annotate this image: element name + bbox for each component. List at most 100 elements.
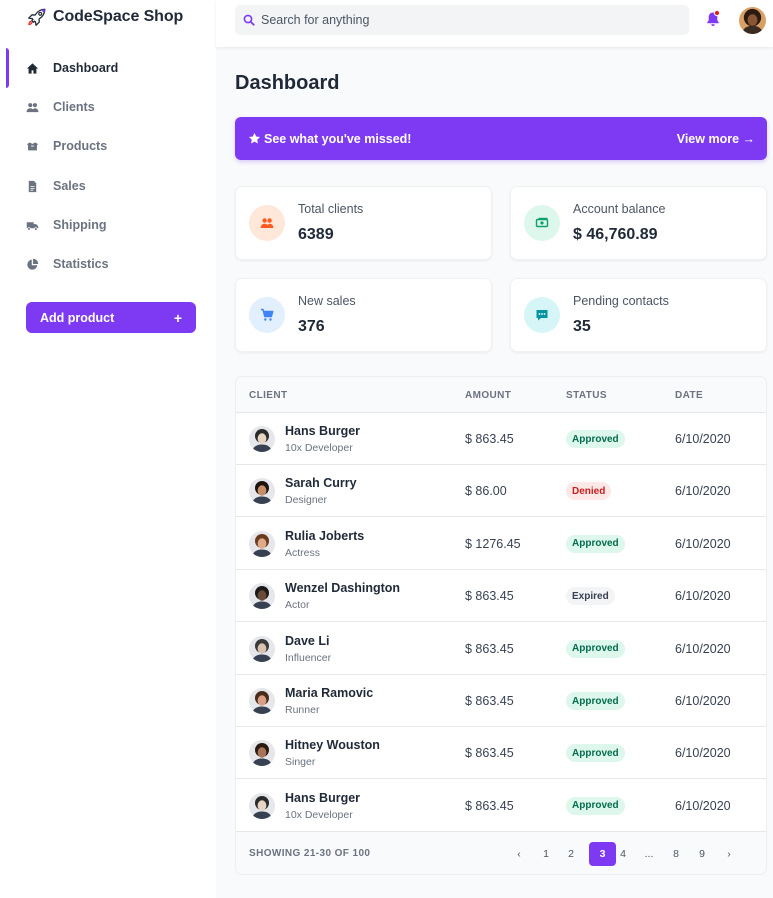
- avatar: [249, 635, 275, 662]
- chat-icon: [536, 310, 548, 321]
- users-icon: [260, 218, 274, 228]
- table-row[interactable]: Hitney Wouston Singer $ 863.45 Approved 6/10…: [236, 727, 766, 780]
- status-badge: Approved: [566, 430, 625, 448]
- amount-cell: $ 86.00: [465, 484, 507, 499]
- stat-value: 6389: [298, 226, 334, 243]
- sidebar-item-sales[interactable]: Sales: [0, 169, 216, 203]
- amount-cell: $ 863.45: [465, 746, 514, 761]
- table-row[interactable]: Hans Burger 10x Developer $ 863.45 Approved…: [236, 779, 766, 832]
- stat-label: Total clients: [298, 202, 364, 216]
- table-header: CLIENT AMOUNT STATUS DATE: [236, 377, 766, 413]
- table-footer: SHOWING 21-30 OF 100 ‹ 1 2 3 4... 8 9 ›: [236, 832, 766, 874]
- search-input[interactable]: Search for anything: [261, 13, 369, 27]
- stat-value: 376: [298, 318, 325, 335]
- avatar: [739, 7, 766, 34]
- sidebar-item-label: Products: [53, 139, 108, 153]
- prev-page-button[interactable]: ‹: [512, 842, 526, 866]
- stat-card-pending-contacts: Pending contacts 35: [510, 278, 767, 352]
- document-icon: [28, 180, 36, 192]
- client-name: Wenzel Dashington: [285, 581, 401, 596]
- client-role: 10x Developer: [285, 808, 353, 821]
- stat-icon-circle: [524, 297, 560, 333]
- cash-icon: [535, 217, 549, 228]
- table-row[interactable]: Maria Ramovic Runner $ 863.45 Approved 6/10/…: [236, 675, 766, 727]
- table-row[interactable]: Dave Li Influencer $ 863.45 Approved 6/10/20…: [236, 622, 766, 675]
- avatar: [249, 688, 275, 714]
- page-button-4[interactable]: 4: [616, 842, 630, 866]
- page-button-8[interactable]: 8: [669, 842, 683, 866]
- sidebar-item-clients[interactable]: Clients: [0, 90, 216, 124]
- amount-cell: $ 863.45: [465, 589, 514, 604]
- table-row[interactable]: Hans Burger 10x Developer $ 863.45 Approved…: [236, 413, 766, 465]
- stat-card-new-sales: New sales 376: [235, 278, 492, 352]
- column-header-amount: AMOUNT: [465, 390, 512, 401]
- truck-icon: [26, 221, 38, 231]
- column-header-date: DATE: [675, 390, 704, 401]
- amount-cell: $ 863.45: [465, 641, 514, 656]
- add-product-button[interactable]: Add product +: [26, 302, 196, 333]
- client-role: Designer: [285, 494, 328, 507]
- page-button-9[interactable]: 9: [695, 842, 709, 866]
- status-badge: Approved: [566, 639, 625, 658]
- pie-chart-icon: [26, 258, 38, 270]
- star-icon: [248, 132, 261, 144]
- stat-label: New sales: [298, 294, 356, 308]
- date-cell: 6/10/2020: [675, 432, 731, 446]
- status-badge: Denied: [566, 482, 612, 501]
- table-row[interactable]: Rulia Joberts Actress $ 1276.45 Approved 6/1…: [236, 517, 766, 570]
- date-cell: 6/10/2020: [675, 536, 731, 551]
- client-name: Hans Burger: [285, 424, 361, 438]
- sidebar-item-shipping[interactable]: Shipping: [0, 208, 216, 242]
- client-role: Actress: [285, 546, 321, 559]
- main-content: Dashboard See what you've missed! View m…: [216, 47, 773, 898]
- stat-label: Account balance: [573, 202, 666, 216]
- amount-cell: $ 863.45: [465, 694, 514, 708]
- banner-text: See what you've missed!: [264, 131, 412, 146]
- brand[interactable]: CodeSpace Shop: [26, 6, 183, 28]
- sidebar-item-label: Statistics: [53, 257, 109, 271]
- amount-cell: $ 863.45: [465, 432, 514, 446]
- date-cell: 6/10/2020: [675, 484, 731, 499]
- top-header: Search for anything: [216, 0, 773, 47]
- status-badge: Approved: [566, 744, 625, 763]
- home-icon: [26, 62, 38, 74]
- sidebar-item-dashboard[interactable]: Dashboard: [0, 48, 216, 88]
- avatar: [249, 530, 275, 557]
- avatar: [249, 583, 275, 610]
- page-title: Dashboard: [235, 72, 340, 94]
- client-name: Dave Li: [285, 633, 330, 648]
- sidebar-item-label: Sales: [53, 179, 86, 193]
- stat-value: $ 46,760.89: [573, 226, 658, 243]
- sidebar-item-products[interactable]: Products: [0, 129, 216, 163]
- page-button-1[interactable]: 1: [539, 842, 553, 866]
- search-bar[interactable]: Search for anything: [235, 5, 689, 35]
- amount-cell: $ 863.45: [465, 798, 514, 813]
- table-row[interactable]: Wenzel Dashington Actor $ 863.45 Expired 6/1…: [236, 570, 766, 623]
- date-cell: 6/10/2020: [675, 798, 731, 813]
- page-button-3[interactable]: 3: [589, 842, 616, 866]
- avatar: [249, 426, 275, 452]
- brand-name: CodeSpace Shop: [53, 8, 184, 25]
- status-badge: Approved: [566, 796, 625, 815]
- column-header-client: CLIENT: [249, 390, 288, 401]
- avatar: [249, 740, 275, 767]
- stat-card-total-clients: Total clients 6389: [235, 186, 492, 260]
- status-badge: Approved: [566, 692, 625, 710]
- page-ellipsis: ...: [644, 848, 654, 860]
- client-name: Maria Ramovic: [285, 686, 374, 700]
- date-cell: 6/10/2020: [675, 589, 731, 604]
- table-row[interactable]: Sarah Curry Designer $ 86.00 Denied 6/10/202…: [236, 465, 766, 518]
- profile-avatar[interactable]: [739, 7, 766, 34]
- bell-icon[interactable]: [705, 10, 721, 28]
- plus-icon: +: [173, 309, 182, 326]
- date-cell: 6/10/2020: [675, 746, 731, 761]
- page-button-2[interactable]: 2: [564, 842, 578, 866]
- client-name: Hitney Wouston: [285, 738, 380, 753]
- view-more-link[interactable]: View more →: [677, 132, 755, 146]
- sidebar-item-label: Dashboard: [53, 61, 119, 75]
- stat-icon-circle: [524, 205, 560, 241]
- client-role: 10x Developer: [285, 442, 353, 454]
- missed-banner[interactable]: See what you've missed! View more →: [235, 117, 767, 160]
- next-page-button[interactable]: ›: [722, 842, 736, 866]
- sidebar-item-statistics[interactable]: Statistics: [0, 247, 216, 281]
